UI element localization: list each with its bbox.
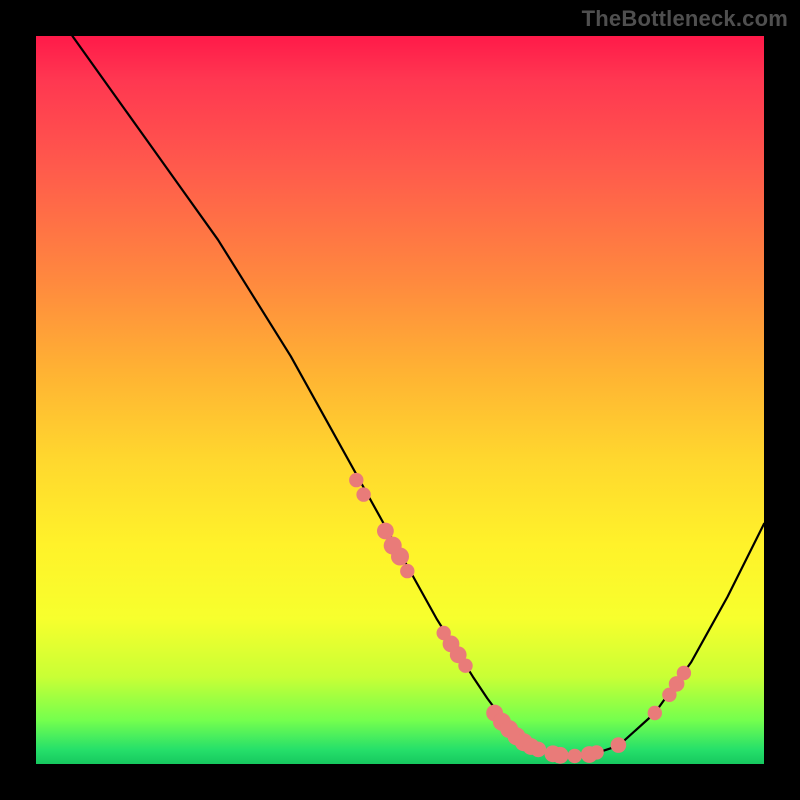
curve-marker [458, 659, 472, 673]
curve-marker [581, 746, 598, 763]
curve-marker [356, 487, 370, 501]
watermark-text: TheBottleneck.com [582, 6, 788, 32]
curve-marker [400, 564, 414, 578]
curve-marker [486, 705, 503, 722]
plot-area [36, 36, 764, 764]
chart-frame: TheBottleneck.com [0, 0, 800, 800]
curve-marker [523, 738, 540, 755]
curve-marker [552, 747, 569, 764]
curve-markers [349, 473, 691, 764]
curve-marker [500, 720, 518, 738]
curve-marker [677, 666, 691, 680]
curve-marker [377, 523, 394, 540]
curve-marker [384, 537, 402, 555]
curve-marker [493, 713, 511, 731]
curve-marker [443, 636, 460, 653]
curve-marker [391, 548, 409, 566]
curve-marker [437, 626, 451, 640]
curve-marker [349, 473, 363, 487]
chart-svg [36, 36, 764, 764]
curve-marker [450, 646, 467, 663]
curve-marker [508, 727, 526, 745]
bottleneck-curve [72, 36, 764, 757]
curve-marker [648, 706, 662, 720]
curve-marker [669, 676, 685, 692]
curve-marker [568, 749, 582, 763]
curve-marker [662, 688, 676, 702]
curve-marker [531, 742, 547, 758]
curve-marker [611, 737, 627, 753]
curve-marker [515, 733, 533, 751]
curve-marker [589, 745, 603, 759]
curve-marker [545, 745, 562, 762]
